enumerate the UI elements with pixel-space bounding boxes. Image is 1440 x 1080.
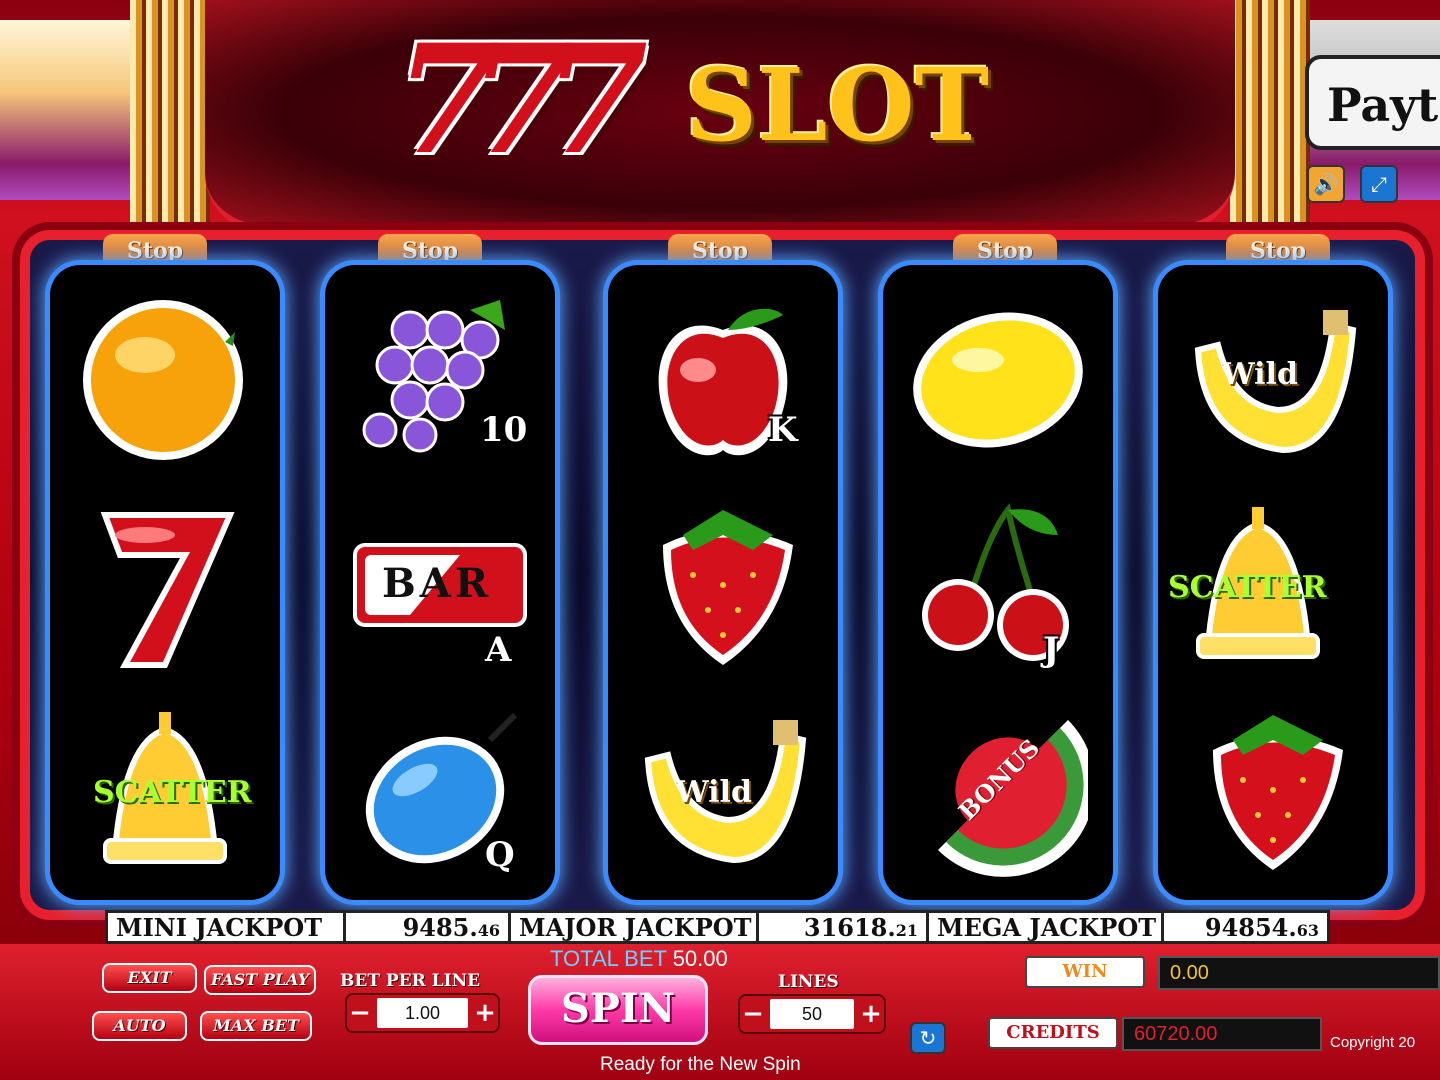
- reel-3: K Wild: [608, 265, 838, 900]
- symbol-value-label: 10: [480, 410, 528, 450]
- mega-jackpot-cents: 63: [1296, 921, 1319, 940]
- major-jackpot-name-cell: MAJOR JACKPOT: [511, 913, 759, 942]
- mini-jackpot-label: MINI JACKPOT: [116, 913, 323, 942]
- mini-jackpot-cents: 46: [477, 921, 500, 940]
- wild-label: Wild: [675, 775, 752, 810]
- mega-jackpot-value-cell: 94854.63: [1164, 913, 1327, 942]
- speaker-icon[interactable]: 🔊: [1307, 165, 1345, 203]
- mega-jackpot-name-cell: MEGA JACKPOT: [929, 913, 1164, 942]
- total-bet-display: TOTAL BET 50.00: [550, 946, 728, 972]
- major-jackpot-label: MAJOR JACKPOT: [519, 913, 752, 942]
- mini-jackpot-value-cell: 9485.46: [346, 913, 511, 942]
- symbol-value-label: J: [1043, 630, 1060, 670]
- reel-1: SCATTER: [50, 265, 280, 900]
- left-light-panel: [0, 20, 130, 200]
- stop-button-reel-1[interactable]: Stop: [103, 234, 207, 268]
- scatter-label: SCATTER: [1168, 570, 1327, 605]
- grapes-symbol: 10: [340, 285, 540, 475]
- mega-jackpot-label: MEGA JACKPOT: [937, 913, 1157, 942]
- right-pillar: [1230, 0, 1310, 225]
- bet-per-line-value: 1.00: [377, 998, 468, 1028]
- symbol-value-label: A: [485, 630, 512, 670]
- auto-button[interactable]: AUTO: [92, 1011, 187, 1041]
- logo-777: 777: [395, 12, 648, 188]
- credits-display: 60720.00: [1122, 1017, 1322, 1051]
- max-bet-button[interactable]: MAX BET: [200, 1011, 312, 1041]
- plum-symbol: Q: [340, 695, 540, 885]
- copyright-text: Copyright 20: [1330, 1034, 1416, 1051]
- credits-label: CREDITS: [988, 1017, 1118, 1049]
- fullscreen-icon[interactable]: ⤢: [1360, 165, 1398, 203]
- spin-button[interactable]: SPIN: [528, 975, 708, 1045]
- reel-5: Wild SCATTER: [1158, 265, 1388, 900]
- wild-label: Wild: [1221, 357, 1298, 392]
- win-label: WIN: [1025, 956, 1145, 988]
- exit-button[interactable]: EXIT: [102, 963, 197, 993]
- bell-scatter-symbol: SCATTER: [1158, 490, 1358, 680]
- symbol-value-label: Q: [485, 835, 515, 875]
- major-jackpot-cents: 21: [895, 921, 918, 940]
- scatter-label: SCATTER: [93, 775, 252, 810]
- win-display: 0.00: [1158, 956, 1440, 990]
- bar-word: BAR: [382, 560, 493, 607]
- lines-increase-button[interactable]: +: [858, 996, 884, 1032]
- bar-symbol: BAR A: [340, 490, 540, 680]
- symbol-value-label: K: [768, 410, 798, 450]
- refresh-icon[interactable]: ↻: [910, 1022, 946, 1054]
- mini-jackpot-name-cell: MINI JACKPOT: [108, 913, 346, 942]
- bell-scatter-symbol: SCATTER: [65, 695, 265, 885]
- banana-wild-symbol: Wild: [623, 695, 823, 885]
- bet-per-line-label: BET PER LINE: [340, 971, 481, 991]
- major-jackpot-value-cell: 31618.21: [759, 913, 929, 942]
- stop-button-reel-2[interactable]: Stop: [378, 234, 482, 268]
- status-message: Ready for the New Spin: [600, 1054, 801, 1075]
- strawberry-symbol: [1173, 695, 1373, 885]
- lines-stepper[interactable]: − 50 +: [738, 994, 886, 1034]
- stop-button-reel-5[interactable]: Stop: [1226, 234, 1330, 268]
- watermelon-bonus-symbol: BONUS: [898, 695, 1098, 885]
- mega-jackpot-value: 94854.: [1204, 913, 1297, 942]
- logo-slot: SLOT: [685, 46, 990, 164]
- major-jackpot-value: 31618.: [803, 913, 896, 942]
- fast-play-button[interactable]: FAST PLAY: [204, 965, 316, 995]
- seven-symbol: [65, 490, 265, 680]
- stop-button-reel-3[interactable]: Stop: [668, 234, 772, 268]
- mini-jackpot-value: 9485.: [402, 913, 478, 942]
- bet-decrease-button[interactable]: −: [347, 995, 373, 1031]
- total-bet-value: 50.00: [672, 946, 728, 971]
- bet-per-line-stepper[interactable]: − 1.00 +: [345, 993, 500, 1033]
- lines-decrease-button[interactable]: −: [740, 996, 766, 1032]
- total-bet-label: TOTAL BET: [550, 946, 667, 971]
- bet-increase-button[interactable]: +: [472, 995, 498, 1031]
- left-pillar: [130, 0, 210, 225]
- apple-symbol: K: [623, 285, 823, 475]
- reel-2: 10 BAR A Q: [325, 265, 555, 900]
- paytable-button[interactable]: Payt: [1305, 55, 1440, 150]
- reel-4: J BONUS: [883, 265, 1113, 900]
- lemon-symbol: [898, 285, 1098, 475]
- orange-symbol: [65, 285, 265, 475]
- banana-wild-symbol: Wild: [1173, 285, 1373, 475]
- jackpot-bar: MINI JACKPOT 9485.46 MAJOR JACKPOT 31618…: [105, 910, 1330, 944]
- strawberry-symbol: [623, 490, 823, 680]
- stop-button-reel-4[interactable]: Stop: [953, 234, 1057, 268]
- lines-value: 50: [770, 999, 854, 1029]
- lines-label: LINES: [778, 972, 839, 992]
- cherries-symbol: J: [898, 490, 1098, 680]
- slot-cabinet: 777 SLOT Payt 🔊 ⤢ Stop Stop Stop Stop St…: [0, 0, 1440, 1080]
